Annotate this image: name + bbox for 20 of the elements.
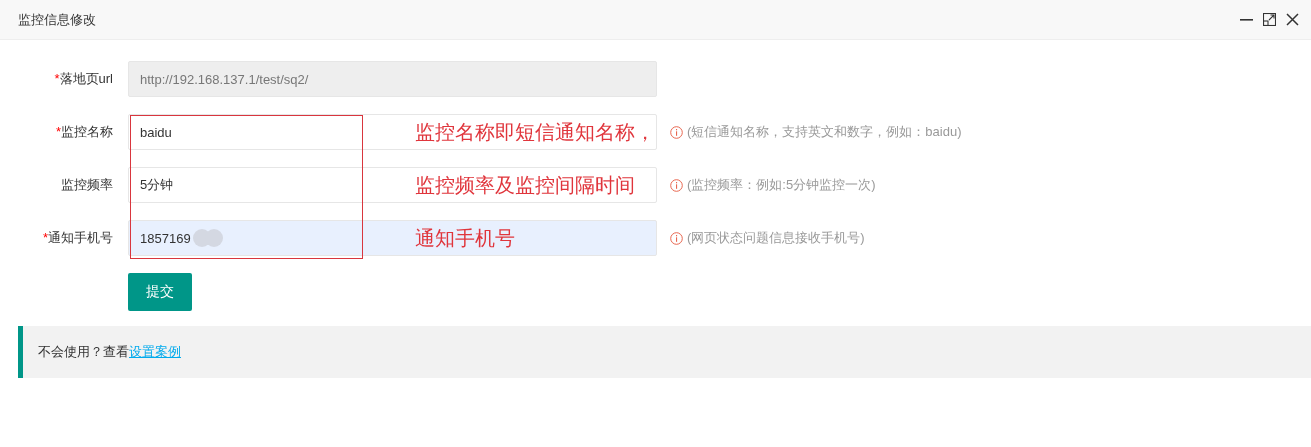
submit-button[interactable]: 提交 — [128, 273, 192, 311]
required-mark: * — [55, 124, 61, 139]
annotation-text: 通知手机号 — [415, 226, 515, 251]
maximize-icon[interactable] — [1263, 13, 1276, 26]
annotation-text: 监控名称即短信通知名称， — [415, 120, 655, 145]
field-label: 监控名称 — [61, 124, 113, 139]
field-label: 通知手机号 — [48, 230, 113, 245]
tip-text: 不会使用？查看 — [38, 343, 129, 361]
info-icon — [670, 178, 683, 192]
required-mark: * — [54, 71, 60, 86]
annotation-text: 监控频率及监控间隔时间 — [415, 173, 635, 198]
close-icon[interactable] — [1286, 13, 1299, 26]
hint-text: (短信通知名称，支持英文和数字，例如：baidu) — [687, 123, 962, 141]
window-title: 监控信息修改 — [18, 10, 97, 29]
field-label: 监控频率 — [61, 177, 113, 192]
field-label: 落地页url — [59, 71, 113, 86]
info-icon — [670, 125, 683, 139]
hint-text: (网页状态问题信息接收手机号) — [687, 229, 865, 247]
required-mark: * — [42, 230, 48, 245]
info-icon — [670, 231, 683, 245]
